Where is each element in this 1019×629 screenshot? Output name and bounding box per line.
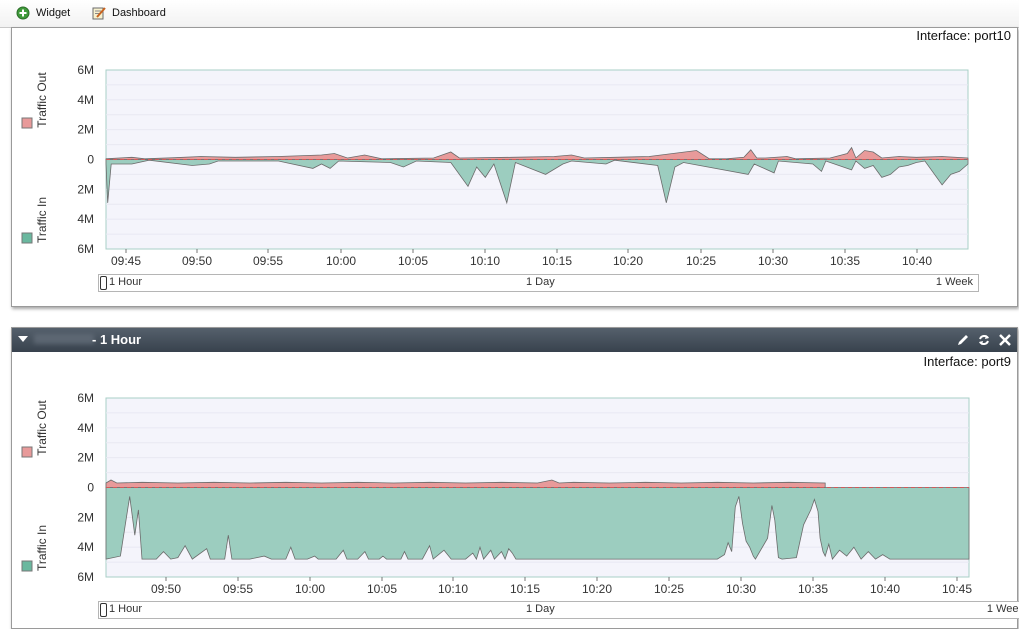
traffic-widget-port9: - 1 Hour Interface: port9 6M 4M 2M 0 2M 4M 6M 0… [11,327,1019,629]
y-tick-label: 4M [77,93,94,107]
dashboard-label: Dashboard [112,7,166,19]
legend-swatch-out [21,446,33,458]
y-tick-label: 2M [77,510,94,524]
x-tick-label: 09:45 [111,254,141,268]
range-label-hour[interactable]: 1 Hour [109,276,142,288]
range-label-day[interactable]: 1 Day [526,276,555,288]
y-tick-label: 2M [77,451,94,465]
x-tick-label: 10:10 [470,254,500,268]
legend-swatch-in [21,560,33,572]
x-tick-label: 10:20 [613,254,643,268]
x-tick-label: 10:05 [367,582,397,596]
legend-swatch-in [21,232,33,244]
x-tick-label: 09:50 [151,582,181,596]
range-handle[interactable] [100,603,107,617]
x-tick-label: 10:35 [830,254,860,268]
y-tick-label: 4M [77,421,94,435]
x-tick-label: 09:50 [182,254,212,268]
x-tick-label: 10:40 [902,254,932,268]
y-tick-label: 2M [77,123,94,137]
y-tick-label: 0 [87,153,94,167]
traffic-chart-port9: 6M 4M 2M 0 2M 4M 6M 09:50 09:55 10:00 10:05 10:10 10… [21,391,972,596]
traffic-chart-port10: 6M 4M 2M 0 2M 4M 6M 09:45 09:50 09:55 10:00 10:05 10… [21,63,969,268]
range-label-week[interactable]: 1 Week [987,603,1019,615]
traffic-in-series [105,487,970,561]
add-widget-button[interactable]: Widget [16,4,70,22]
legend-label-in: Traffic In [35,197,49,243]
range-label-hour[interactable]: 1 Hour [109,603,142,615]
x-tick-label: 10:25 [686,254,716,268]
range-label-week[interactable]: 1 Week [936,276,973,288]
x-tick-label: 10:30 [758,254,788,268]
edit-dashboard-icon [92,7,106,20]
y-tick-label: 6M [77,570,94,584]
x-tick-label: 10:35 [798,582,828,596]
add-icon [16,6,30,20]
dashboard-button[interactable]: Dashboard [92,4,166,22]
y-tick-label: 6M [77,242,94,256]
x-tick-label: 09:55 [223,582,253,596]
legend-label-out: Traffic Out [35,400,49,456]
x-tick-label: 09:55 [253,254,283,268]
traffic-widget-port10: Interface: port10 6M 4M 2M 0 2M 4M 6M 09:45 09:5… [11,27,1018,307]
x-tick-label: 10:15 [542,254,572,268]
y-tick-label: 6M [77,391,94,405]
x-tick-label: 10:00 [326,254,356,268]
x-tick-label: 10:20 [582,582,612,596]
x-tick-label: 10:05 [398,254,428,268]
dashboard-toolbar: Widget Dashboard [0,0,1019,28]
x-tick-label: 10:30 [726,582,756,596]
time-range-slider[interactable]: 1 Hour 1 Day 1 Week [98,601,1019,619]
legend-swatch-out [21,117,33,129]
x-tick-label: 10:00 [295,582,325,596]
legend-label-out: Traffic Out [35,72,49,128]
x-tick-label: 10:15 [510,582,540,596]
range-handle[interactable] [100,276,107,290]
y-tick-label: 4M [77,540,94,554]
time-range-slider[interactable]: 1 Hour 1 Day 1 Week [98,274,979,292]
x-tick-label: 10:25 [654,582,684,596]
y-tick-label: 4M [77,212,94,226]
y-tick-label: 2M [77,182,94,196]
range-label-day[interactable]: 1 Day [526,603,555,615]
x-tick-label: 10:40 [870,582,900,596]
widget-label: Widget [36,7,71,19]
legend-label-in: Traffic In [35,525,49,571]
x-tick-label: 10:45 [942,582,972,596]
y-tick-label: 0 [87,481,94,495]
x-tick-label: 10:10 [438,582,468,596]
y-tick-label: 6M [77,63,94,77]
